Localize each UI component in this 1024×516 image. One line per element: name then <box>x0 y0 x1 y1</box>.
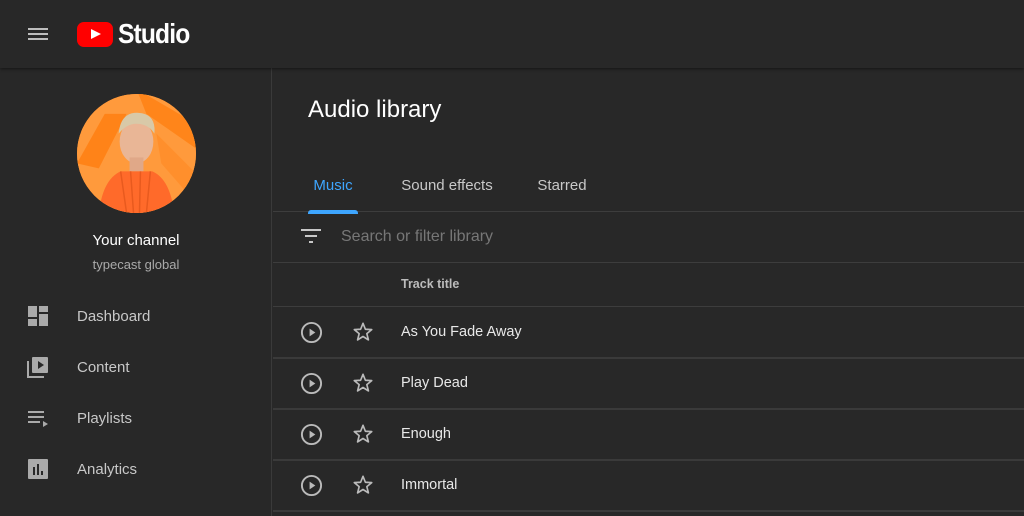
track-title[interactable]: Immortal <box>401 477 457 493</box>
table-row[interactable]: As You Fade Away <box>273 308 1024 359</box>
sidebar-item-dashboard[interactable]: Dashboard <box>0 292 271 340</box>
youtube-play-logo-icon <box>77 21 113 47</box>
youtube-studio-logo[interactable]: Studio <box>77 18 199 50</box>
play-icon[interactable] <box>300 372 323 395</box>
page-title: Audio library <box>308 96 442 123</box>
table-header: Track title <box>273 263 1024 307</box>
play-icon[interactable] <box>300 321 323 344</box>
main-content: Audio library Music Sound effects Starre… <box>273 68 1024 516</box>
channel-name: typecast global <box>92 257 180 272</box>
table-row[interactable]: Immortal <box>273 461 1024 512</box>
column-header-track-title[interactable]: Track title <box>401 277 459 291</box>
dashboard-icon <box>28 306 48 326</box>
sidebar-item-label: Analytics <box>77 460 138 478</box>
top-bar: Studio <box>0 0 1024 68</box>
sidebar-item-analytics[interactable]: Analytics <box>0 445 271 493</box>
tab-sound-effects[interactable]: Sound effects <box>397 164 497 212</box>
content-icon <box>27 357 48 378</box>
track-title[interactable]: Enough <box>401 426 451 442</box>
star-icon[interactable] <box>352 423 374 445</box>
sidebar-item-label: Playlists <box>77 409 133 427</box>
star-icon[interactable] <box>352 372 374 394</box>
star-icon[interactable] <box>352 474 374 496</box>
track-title[interactable]: Play Dead <box>401 375 468 391</box>
logo-text: Studio <box>118 18 190 49</box>
search-input[interactable] <box>341 222 981 252</box>
channel-avatar[interactable] <box>77 94 196 213</box>
channel-title: Your channel <box>92 232 180 249</box>
star-icon[interactable] <box>352 321 374 343</box>
track-title[interactable]: As You Fade Away <box>401 324 522 340</box>
filter-bar <box>273 212 1024 263</box>
analytics-icon <box>28 459 48 479</box>
playlists-icon <box>28 411 48 427</box>
sidebar-item-content[interactable]: Content <box>0 343 271 391</box>
sidebar-item-label: Dashboard <box>77 307 151 325</box>
play-icon[interactable] <box>300 474 323 497</box>
tab-music[interactable]: Music <box>308 164 358 214</box>
sidebar-item-label: Content <box>77 358 130 376</box>
table-row[interactable]: Play Dead <box>273 359 1024 410</box>
hamburger-menu-icon[interactable] <box>24 21 52 47</box>
table-row[interactable]: Enough <box>273 410 1024 461</box>
play-icon[interactable] <box>300 423 323 446</box>
filter-icon[interactable] <box>301 229 321 245</box>
tab-bar: Music Sound effects Starred <box>273 164 1024 214</box>
sidebar-item-playlists[interactable]: Playlists <box>0 394 271 442</box>
tab-starred[interactable]: Starred <box>533 164 591 212</box>
sidebar: Your channel typecast global Dashboard C… <box>0 68 272 516</box>
